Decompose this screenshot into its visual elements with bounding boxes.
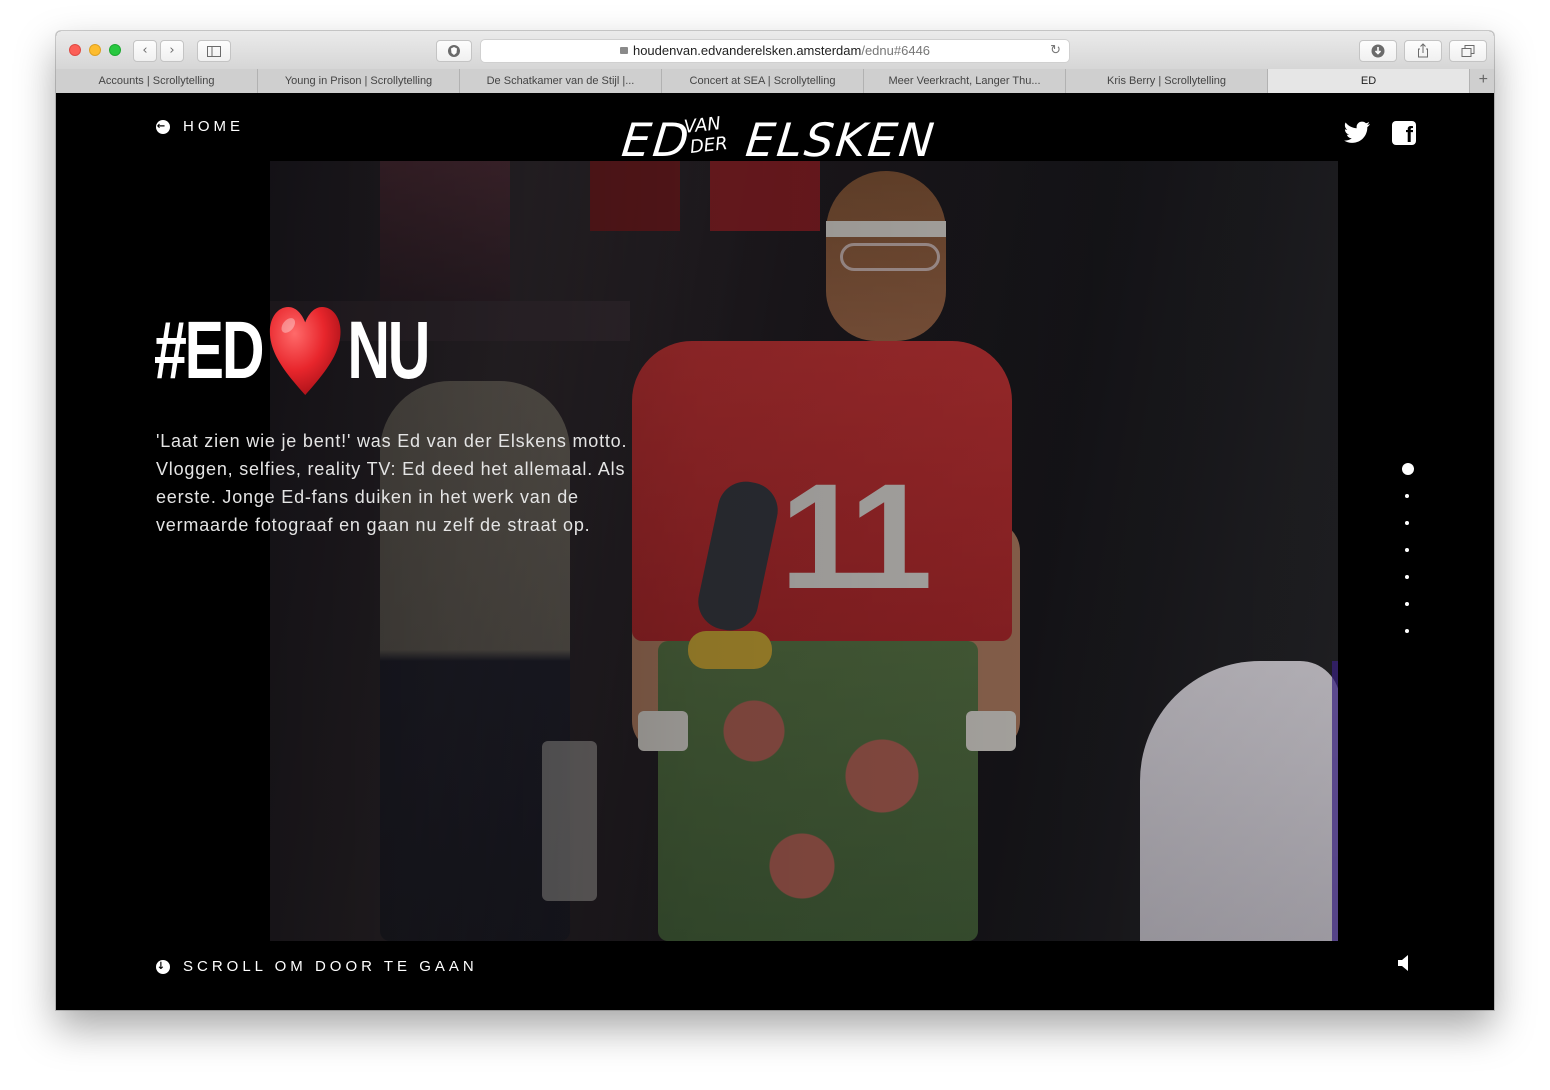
logo-text-der: DER — [688, 133, 729, 158]
browser-tab[interactable]: Meer Veerkracht, Langer Thu... — [864, 69, 1066, 93]
pager-dot[interactable] — [1405, 602, 1409, 606]
browser-toolbar: ‹ › houdenvan.edvanderelsken.amsterdam/e… — [56, 31, 1494, 70]
heart-icon — [269, 307, 341, 395]
share-icon — [1418, 43, 1428, 58]
download-icon — [1371, 44, 1385, 58]
chevron-left-icon: ‹ — [142, 43, 148, 58]
logo-text-elsken: ELSKEN — [743, 113, 939, 167]
new-tab-button[interactable]: + — [1470, 69, 1494, 93]
reload-icon[interactable]: ↻ — [1050, 40, 1061, 62]
forward-button[interactable]: › — [160, 40, 184, 62]
tab-bar: Accounts | Scrollytelling Young in Priso… — [56, 69, 1494, 94]
title-text-suffix: NU — [347, 305, 430, 396]
browser-tab[interactable]: Young in Prison | Scrollytelling — [258, 69, 460, 93]
shield-icon — [448, 45, 460, 57]
site-logo[interactable]: ED VAN DER ELSKEN — [619, 113, 938, 171]
back-button[interactable]: ‹ — [133, 40, 157, 62]
url-domain: houdenvan.edvanderelsken.amsterdam — [632, 43, 862, 58]
scroll-prompt[interactable]: ↓ SCROLL OM DOOR TE GAAN — [156, 958, 478, 975]
logo-text-ed: ED — [619, 113, 694, 167]
title-text-prefix: #ED — [154, 305, 265, 396]
pager-dot-active[interactable] — [1402, 463, 1414, 475]
browser-tab[interactable]: Concert at SEA | Scrollytelling — [662, 69, 864, 93]
twitter-icon[interactable] — [1344, 121, 1370, 143]
pager-dot[interactable] — [1405, 575, 1409, 579]
address-bar[interactable]: houdenvan.edvanderelsken.amsterdam/ednu#… — [480, 39, 1070, 63]
pager-dot[interactable] — [1405, 629, 1409, 633]
home-label: HOME — [183, 118, 244, 135]
url-path: /ednu#6446 — [861, 43, 931, 58]
minimize-window-button[interactable] — [89, 44, 101, 56]
page-content: 11 ← HOME ED VAN DER ELSKEN f — [56, 93, 1494, 1010]
pager-dot[interactable] — [1405, 521, 1409, 525]
close-window-button[interactable] — [69, 44, 81, 56]
page-title: #ED NU — [154, 305, 430, 397]
home-link[interactable]: ← HOME — [156, 118, 244, 135]
browser-tab[interactable]: De Schatkamer van de Stijl |... — [460, 69, 662, 93]
browser-tab-active[interactable]: ED — [1268, 69, 1470, 93]
lock-icon — [619, 47, 628, 54]
browser-tab[interactable]: Accounts | Scrollytelling — [56, 69, 258, 93]
facebook-icon[interactable]: f — [1392, 121, 1416, 147]
intro-paragraph: 'Laat zien wie je bent!' was Ed van der … — [156, 431, 628, 535]
tabs-overview-button[interactable] — [1449, 40, 1487, 62]
arrow-down-circle-icon: ↓ — [156, 959, 170, 974]
pager-dot[interactable] — [1405, 548, 1409, 552]
browser-tab[interactable]: Kris Berry | Scrollytelling — [1066, 69, 1268, 93]
arrow-left-circle-icon: ← — [156, 119, 170, 134]
chevron-right-icon: › — [169, 43, 175, 58]
browser-window: ‹ › houdenvan.edvanderelsken.amsterdam/e… — [56, 31, 1494, 1010]
section-pager — [1402, 463, 1414, 656]
downloads-button[interactable] — [1359, 40, 1397, 62]
hero-video: 11 — [270, 161, 1338, 941]
sidebar-button[interactable] — [197, 40, 231, 62]
scroll-label: SCROLL OM DOOR TE GAAN — [183, 958, 478, 975]
pager-dot[interactable] — [1405, 494, 1409, 498]
tabs-icon — [1461, 45, 1475, 57]
plus-icon: + — [1478, 71, 1488, 88]
privacy-button[interactable] — [436, 40, 472, 62]
share-button[interactable] — [1404, 40, 1442, 62]
speaker-icon[interactable] — [1395, 953, 1415, 973]
sidebar-icon — [207, 46, 221, 57]
zoom-window-button[interactable] — [109, 44, 121, 56]
